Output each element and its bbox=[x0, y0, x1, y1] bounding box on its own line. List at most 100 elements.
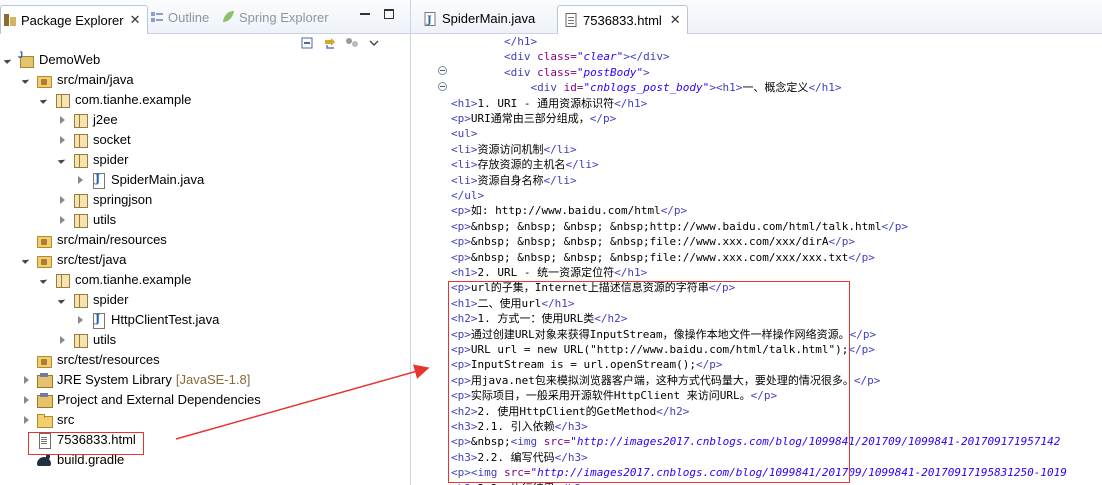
code-token: 一、概念定义 bbox=[742, 81, 809, 95]
tree-item[interactable]: HttpClientTest.java bbox=[76, 310, 219, 330]
package-icon bbox=[72, 292, 88, 308]
tree-item[interactable]: JRE System Library [JavaSE-1.8] bbox=[22, 370, 250, 390]
collapsed-chevron-icon[interactable] bbox=[76, 175, 86, 185]
expanded-chevron-icon[interactable] bbox=[58, 155, 68, 165]
code-token: </h1> bbox=[808, 81, 842, 95]
code-token: <h1> bbox=[451, 96, 478, 110]
code-line[interactable]: </ul> bbox=[451, 188, 484, 203]
view-menu-icon[interactable] bbox=[344, 36, 360, 50]
tree-item[interactable]: spider bbox=[58, 150, 128, 170]
code-line[interactable]: <p>&nbsp; &nbsp; &nbsp; &nbsp;file://www… bbox=[451, 234, 855, 249]
code-token: </h1> bbox=[614, 96, 648, 110]
code-line[interactable]: <div class="clear"></div> bbox=[451, 49, 670, 64]
chevron-down-icon[interactable] bbox=[366, 36, 382, 50]
collapsed-chevron-icon[interactable] bbox=[58, 195, 68, 205]
code-token: </p> bbox=[848, 343, 875, 356]
code-line[interactable]: <li>资源访问机制</li> bbox=[451, 142, 577, 157]
collapsed-chevron-icon[interactable] bbox=[22, 415, 32, 425]
code-line[interactable]: <li>资源自身名称</li> bbox=[451, 173, 577, 188]
code-token: </p> bbox=[853, 373, 881, 387]
code-line[interactable]: <h1>1. URI - 通用资源标识符</h1> bbox=[451, 96, 647, 111]
tree-item[interactable]: Project and External Dependencies bbox=[22, 390, 261, 410]
code-line[interactable]: <p>&nbsp; &nbsp; &nbsp; &nbsp;http://www… bbox=[451, 219, 908, 234]
code-line[interactable]: <li>存放资源的主机名</li> bbox=[451, 157, 599, 172]
minimize-icon[interactable] bbox=[360, 8, 370, 18]
code-line[interactable]: <h1>2. URL - 统一资源定位符</h1> bbox=[451, 265, 647, 280]
tab-outline[interactable]: Outline bbox=[150, 5, 209, 29]
tab-7536833-html[interactable]: 7536833.html ✕ bbox=[557, 5, 688, 34]
code-line[interactable]: <ul> bbox=[451, 126, 478, 141]
tree-item[interactable]: com.tianhe.example bbox=[40, 270, 191, 290]
outline-icon bbox=[150, 10, 164, 24]
close-icon[interactable]: ✕ bbox=[130, 12, 141, 28]
tree-item[interactable]: j2ee bbox=[58, 110, 118, 130]
code-token: &nbsp; &nbsp; &nbsp; &nbsp;http://www.ba… bbox=[470, 219, 882, 233]
code-token: </p> bbox=[848, 250, 875, 264]
tree-item[interactable]: springjson bbox=[58, 190, 152, 210]
expanded-chevron-icon[interactable] bbox=[4, 55, 14, 65]
code-line[interactable]: <p>&nbsp; &nbsp; &nbsp; &nbsp;file://www… bbox=[451, 250, 875, 265]
tree-item[interactable]: com.tianhe.example bbox=[40, 90, 191, 110]
code-line[interactable]: <p>URI通常由三部分组成，</p> bbox=[451, 111, 616, 126]
tab-spidermain-java[interactable]: J SpiderMain.java bbox=[417, 5, 541, 32]
annotation-highlight-box bbox=[448, 281, 850, 483]
tree-item[interactable]: utils bbox=[58, 330, 116, 350]
html-file-icon bbox=[564, 13, 578, 27]
expanded-chevron-icon[interactable] bbox=[22, 75, 32, 85]
expanded-chevron-icon[interactable] bbox=[58, 295, 68, 305]
code-line[interactable]: </h1> bbox=[451, 34, 537, 49]
expanded-chevron-icon[interactable] bbox=[22, 255, 32, 265]
collapse-all-icon[interactable] bbox=[300, 36, 316, 50]
expanded-chevron-icon[interactable] bbox=[40, 95, 50, 105]
tree-item[interactable]: src/test/java bbox=[22, 250, 126, 270]
tree-item[interactable]: src bbox=[22, 410, 74, 430]
tree-item[interactable]: DemoWeb bbox=[4, 50, 100, 70]
code-token: </li> bbox=[543, 173, 577, 187]
link-with-editor-icon[interactable] bbox=[322, 36, 338, 50]
collapsed-chevron-icon[interactable] bbox=[76, 315, 86, 325]
tree-item-label: spider bbox=[93, 292, 129, 307]
tree-item-label: SpiderMain.java bbox=[111, 172, 205, 187]
code-line[interactable]: <p>如: http://www.baidu.com/html</p> bbox=[451, 203, 687, 218]
fold-toggle-icon[interactable] bbox=[438, 82, 447, 91]
tree-item-label: Project and External Dependencies bbox=[57, 392, 261, 407]
tab-package-explorer[interactable]: Package Explorer ✕ bbox=[0, 5, 148, 34]
code-line[interactable]: <div id="cnblogs_post_body"><h1>一、概念定义</… bbox=[451, 80, 842, 95]
code-token: 资源自身名称 bbox=[477, 173, 544, 187]
maximize-icon[interactable] bbox=[384, 8, 394, 19]
collapsed-chevron-icon[interactable] bbox=[58, 335, 68, 345]
tree-item[interactable]: src/main/java bbox=[22, 70, 134, 90]
expanded-chevron-icon[interactable] bbox=[40, 275, 50, 285]
java-file-icon bbox=[90, 172, 106, 189]
tree-item-label: com.tianhe.example bbox=[75, 92, 192, 107]
java-file-icon: J bbox=[423, 11, 437, 26]
package-icon bbox=[54, 272, 70, 288]
tab-spring-explorer[interactable]: Spring Explorer bbox=[221, 5, 329, 29]
tree-item[interactable]: src/main/resources bbox=[22, 230, 167, 250]
java-file-icon bbox=[90, 312, 106, 329]
tree-item[interactable]: socket bbox=[58, 130, 131, 150]
close-icon[interactable]: ✕ bbox=[670, 12, 681, 28]
annotation-highlight-box bbox=[28, 432, 144, 455]
tab-label: Package Explorer bbox=[21, 12, 124, 28]
code-line[interactable]: <div class="postBody"> bbox=[451, 65, 650, 80]
tree-item[interactable]: src/test/resources bbox=[22, 350, 160, 370]
tree-item[interactable]: utils bbox=[58, 210, 116, 230]
fold-toggle-icon[interactable] bbox=[438, 66, 447, 75]
collapsed-chevron-icon[interactable] bbox=[22, 395, 32, 405]
collapsed-chevron-icon[interactable] bbox=[58, 215, 68, 225]
tree-item[interactable]: spider bbox=[58, 290, 128, 310]
collapsed-chevron-icon[interactable] bbox=[58, 135, 68, 145]
code-token: 如: http://www.baidu.com/html bbox=[470, 204, 661, 218]
folder-icon bbox=[36, 412, 53, 428]
view-window-controls bbox=[360, 8, 394, 19]
code-token: </h1> bbox=[614, 266, 648, 279]
svg-text:J: J bbox=[426, 15, 432, 26]
code-token: </p> bbox=[589, 112, 617, 125]
collapsed-chevron-icon[interactable] bbox=[22, 375, 32, 385]
code-token: ></div> bbox=[623, 50, 670, 64]
package-explorer-toolbar bbox=[300, 36, 382, 52]
package-icon bbox=[54, 92, 70, 108]
collapsed-chevron-icon[interactable] bbox=[58, 115, 68, 125]
tree-item[interactable]: SpiderMain.java bbox=[76, 170, 204, 190]
